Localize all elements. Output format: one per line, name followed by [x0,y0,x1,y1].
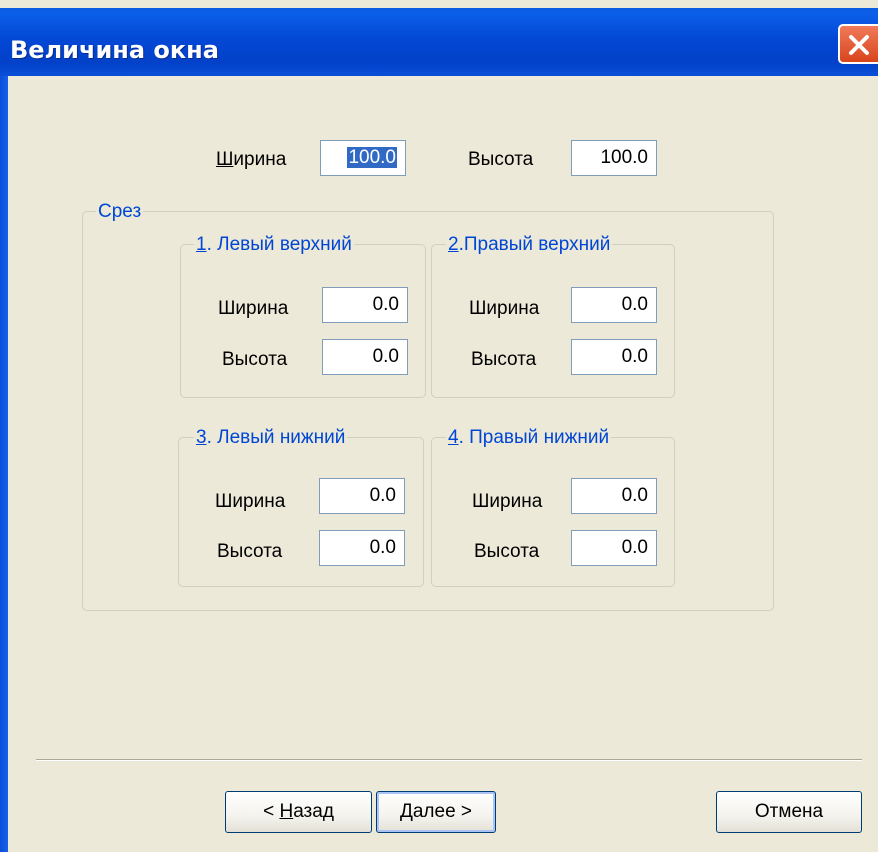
cut-group-label: Срез [96,201,144,223]
corner-width-label: Ширина [218,298,289,319]
bottom-left-height-value: 0.0 [369,537,396,558]
corner-number-top-right: 2 [448,234,459,255]
corner-width-label: Ширина [469,298,540,319]
width-label-hotkey: Ш [216,149,234,170]
top-right-width-value: 0.0 [621,294,648,315]
next-button-hotkey: Д [399,801,413,822]
bottom-right-height-value: 0.0 [621,537,648,558]
corner-height-label: Высота [217,541,283,562]
next-button-label: алее > [412,801,473,822]
next-button[interactable]: Далее > [376,791,496,833]
top-right-height-value: 0.0 [621,346,648,367]
top-right-width-input[interactable]: 0.0 [571,287,657,323]
corner-width-label: Ширина [215,491,286,512]
footer-separator-highlight [36,760,862,761]
cancel-button[interactable]: Отмена [716,791,862,833]
top-left-height-value: 0.0 [372,346,399,367]
bottom-right-height-input[interactable]: 0.0 [571,530,657,566]
width-label-rest: ирина [233,149,287,170]
close-icon [849,35,869,55]
window-title: Величина окна [10,36,219,64]
width-input-value: 100.0 [347,147,397,168]
top-left-width-value: 0.0 [372,294,399,315]
corner-number-bottom-right: 4 [448,427,459,448]
corner-title-text-bottom-right: . Правый нижний [458,427,610,448]
back-button-prefix: < [263,801,280,822]
corner-title-bottom-right: 4. Правый нижний [446,427,612,449]
top-left-height-input[interactable]: 0.0 [322,339,408,375]
top-left-width-input[interactable]: 0.0 [322,287,408,323]
corner-title-text-top-left: . Левый верхний [206,234,352,255]
corner-title-text-bottom-left: . Левый нижний [206,427,346,448]
corner-height-label: Высота [471,349,537,370]
back-button[interactable]: < Назад [225,791,372,833]
back-button-hotkey: Н [279,801,294,822]
width-label: Ширина [216,149,286,171]
width-input[interactable]: 100.0 [320,140,406,176]
window-frame-left [0,76,8,852]
corner-title-top-right: 2.Правый верхний [446,234,613,256]
corner-width-label: Ширина [472,491,543,512]
bottom-right-width-input[interactable]: 0.0 [571,478,657,514]
corner-number-top-left: 1 [196,234,207,255]
height-label: Высота [468,149,534,170]
top-right-height-input[interactable]: 0.0 [571,339,657,375]
corner-height-label: Высота [222,349,288,370]
title-bar[interactable]: Величина окна [0,8,878,76]
back-button-label: азад [293,801,334,822]
bottom-right-width-value: 0.0 [621,485,648,506]
corner-title-text-top-right: .Правый верхний [458,234,611,255]
close-button[interactable] [838,24,878,64]
bottom-left-width-value: 0.0 [369,485,396,506]
bottom-left-height-input[interactable]: 0.0 [319,530,405,566]
corner-title-bottom-left: 3. Левый нижний [194,427,348,449]
bottom-left-width-input[interactable]: 0.0 [319,478,405,514]
corner-title-top-left: 1. Левый верхний [194,234,354,256]
corner-number-bottom-left: 3 [196,427,207,448]
height-input-value: 100.0 [600,147,648,168]
height-input[interactable]: 100.0 [571,140,657,176]
corner-height-label: Высота [474,541,540,562]
dialog-window: Величина окна Ширина 100.0 Высота 100.0 … [0,0,878,852]
